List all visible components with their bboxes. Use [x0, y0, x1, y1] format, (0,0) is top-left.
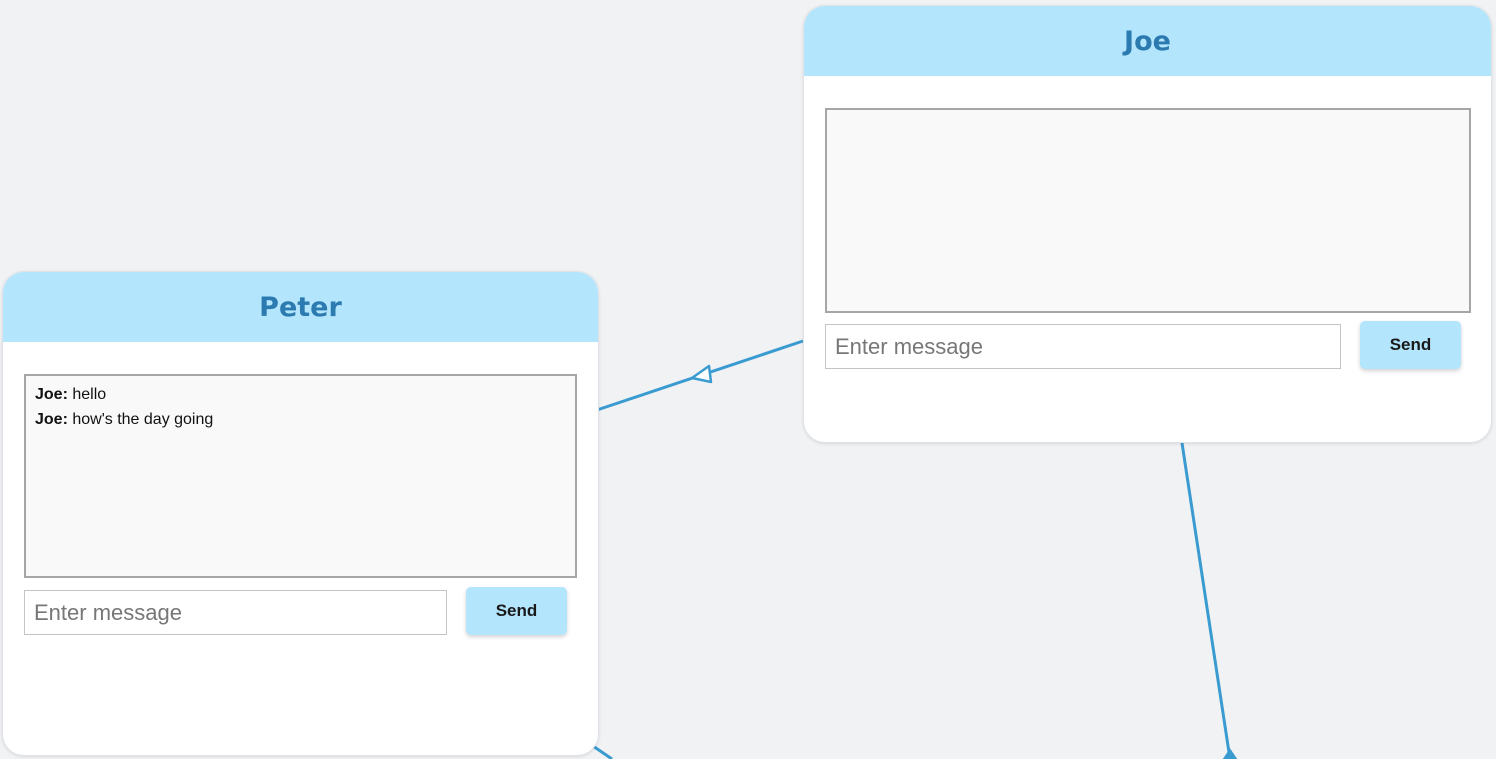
chat-node-joe[interactable]: Joe Send	[803, 5, 1492, 443]
message-author: Joe:	[35, 411, 68, 428]
send-button[interactable]: Send	[1360, 321, 1461, 369]
edge-joe-to-offscreen[interactable]	[1180, 442, 1232, 759]
edge-arrow-icon	[690, 364, 713, 384]
message-item: Joe: hello	[35, 382, 566, 407]
flow-canvas[interactable]: Joe Send Peter Joe: helloJoe: how's the …	[0, 0, 1496, 759]
message-input[interactable]	[825, 324, 1341, 369]
edge-arrow-icon	[1222, 748, 1238, 759]
message-author: Joe:	[35, 386, 68, 403]
node-title: Peter	[3, 272, 598, 342]
message-log: Joe: hello Joe: how's the day going	[24, 374, 577, 578]
message-item: Joe: how's the day going	[35, 407, 566, 432]
send-button[interactable]: Send	[466, 587, 567, 635]
message-input[interactable]	[24, 590, 447, 635]
message-text: hello	[67, 386, 107, 403]
message-log	[825, 108, 1471, 313]
node-title: Joe	[804, 6, 1491, 76]
chat-node-peter[interactable]: Peter Joe: hello Joe: how's the day going…	[2, 271, 599, 756]
message-text: how's the day going	[67, 411, 214, 428]
